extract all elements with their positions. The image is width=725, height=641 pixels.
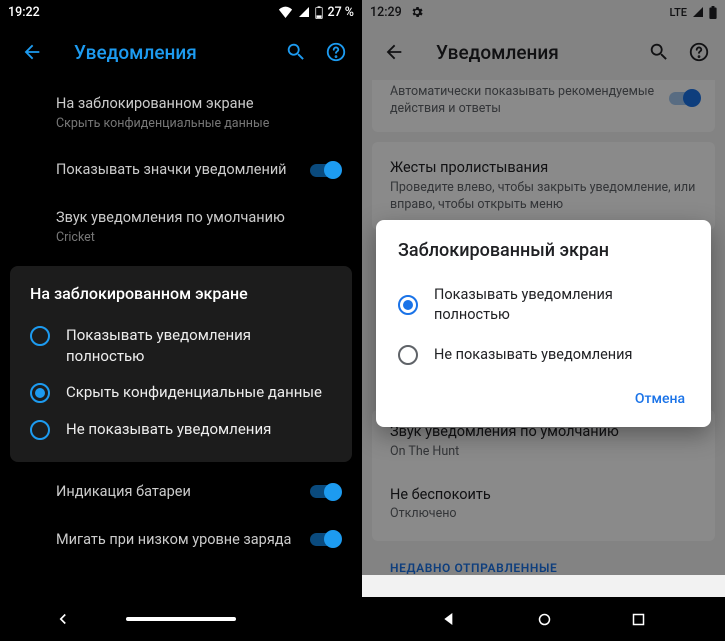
cancel-button[interactable]: Отмена — [631, 383, 689, 415]
setting-title: Индикация батареи — [56, 482, 298, 502]
radio-label: Не показывать уведомления — [66, 419, 271, 439]
nav-home-icon[interactable] — [537, 612, 552, 627]
setting-blink-low[interactable]: Мигать при низком уровне заряда — [56, 516, 342, 564]
setting-sound[interactable]: Звук уведомления по умолчанию Cricket — [56, 194, 342, 260]
help-button[interactable] — [316, 32, 356, 72]
radio-icon — [30, 326, 50, 346]
setting-subtitle: Скрыть конфиденциальные данные — [56, 116, 342, 133]
navbar — [0, 597, 362, 641]
radio-option-1[interactable]: Показывать уведомления полностью — [30, 317, 332, 374]
lockscreen-dialog: Заблокированный экран Показывать уведомл… — [376, 220, 711, 427]
radio-label: Скрыть конфиденциальные данные — [66, 382, 322, 402]
dialog-title: На заблокированном экране — [30, 284, 332, 303]
radio-option-3[interactable]: Не показывать уведомления — [30, 411, 332, 448]
radio-label: Показывать уведомления полностью — [66, 325, 332, 366]
page-title: Уведомления — [74, 41, 276, 64]
dialog-title: Заблокированный экран — [398, 240, 689, 261]
status-time: 19:22 — [8, 5, 40, 20]
radio-icon — [398, 345, 418, 365]
phone-dark: 19:22 27 % Уведомления На заблокированно… — [0, 0, 362, 641]
dialog-actions: Отмена — [398, 383, 689, 415]
setting-lockscreen[interactable]: На заблокированном экране Скрыть конфиде… — [56, 80, 342, 146]
setting-badges[interactable]: Показывать значки уведомлений — [56, 146, 342, 194]
status-icons: 27 % — [278, 5, 354, 20]
help-icon — [325, 41, 347, 63]
toggle-battery[interactable] — [308, 482, 342, 502]
battery-icon — [315, 6, 323, 19]
wifi-icon — [278, 6, 293, 18]
radio-icon — [30, 383, 50, 403]
arrow-back-icon — [21, 41, 43, 63]
toggle-blink[interactable] — [308, 529, 342, 549]
lockscreen-dialog: На заблокированном экране Показывать уве… — [10, 266, 352, 462]
nav-back-icon[interactable] — [441, 611, 457, 627]
search-button[interactable] — [276, 32, 316, 72]
settings-list-lower: Индикация батареи Мигать при низком уров… — [0, 468, 362, 563]
radio-icon — [30, 420, 50, 440]
radio-icon — [398, 295, 418, 315]
header: Уведомления — [0, 24, 362, 80]
search-icon — [285, 41, 307, 63]
setting-title: Показывать значки уведомлений — [56, 160, 298, 180]
setting-title: Звук уведомления по умолчанию — [56, 208, 342, 228]
nav-recent-icon[interactable] — [631, 612, 646, 627]
signal-icon — [297, 6, 311, 18]
setting-battery-indicator[interactable]: Индикация батареи — [56, 468, 342, 516]
radio-label: Не показывать уведомления — [434, 345, 633, 365]
setting-title: На заблокированном экране — [56, 94, 342, 114]
phone-light: 12:29 LTE Уведомления Автоматически — [362, 0, 725, 641]
radio-option-2[interactable]: Скрыть конфиденциальные данные — [30, 374, 332, 411]
back-button[interactable] — [12, 32, 52, 72]
setting-title: Мигать при низком уровне заряда — [56, 530, 298, 550]
nav-back-icon[interactable] — [54, 610, 72, 628]
radio-option-1[interactable]: Показывать уведомления полностью — [398, 275, 689, 334]
settings-list: На заблокированном экране Скрыть конфиде… — [0, 80, 362, 260]
status-bar: 19:22 27 % — [0, 0, 362, 24]
navbar — [362, 597, 725, 641]
setting-subtitle: Cricket — [56, 230, 342, 247]
radio-option-2[interactable]: Не показывать уведомления — [398, 334, 689, 375]
battery-percent: 27 % — [327, 5, 354, 20]
nav-home-pill[interactable] — [126, 617, 236, 622]
radio-label: Показывать уведомления полностью — [434, 285, 689, 324]
toggle-badges[interactable] — [308, 160, 342, 180]
